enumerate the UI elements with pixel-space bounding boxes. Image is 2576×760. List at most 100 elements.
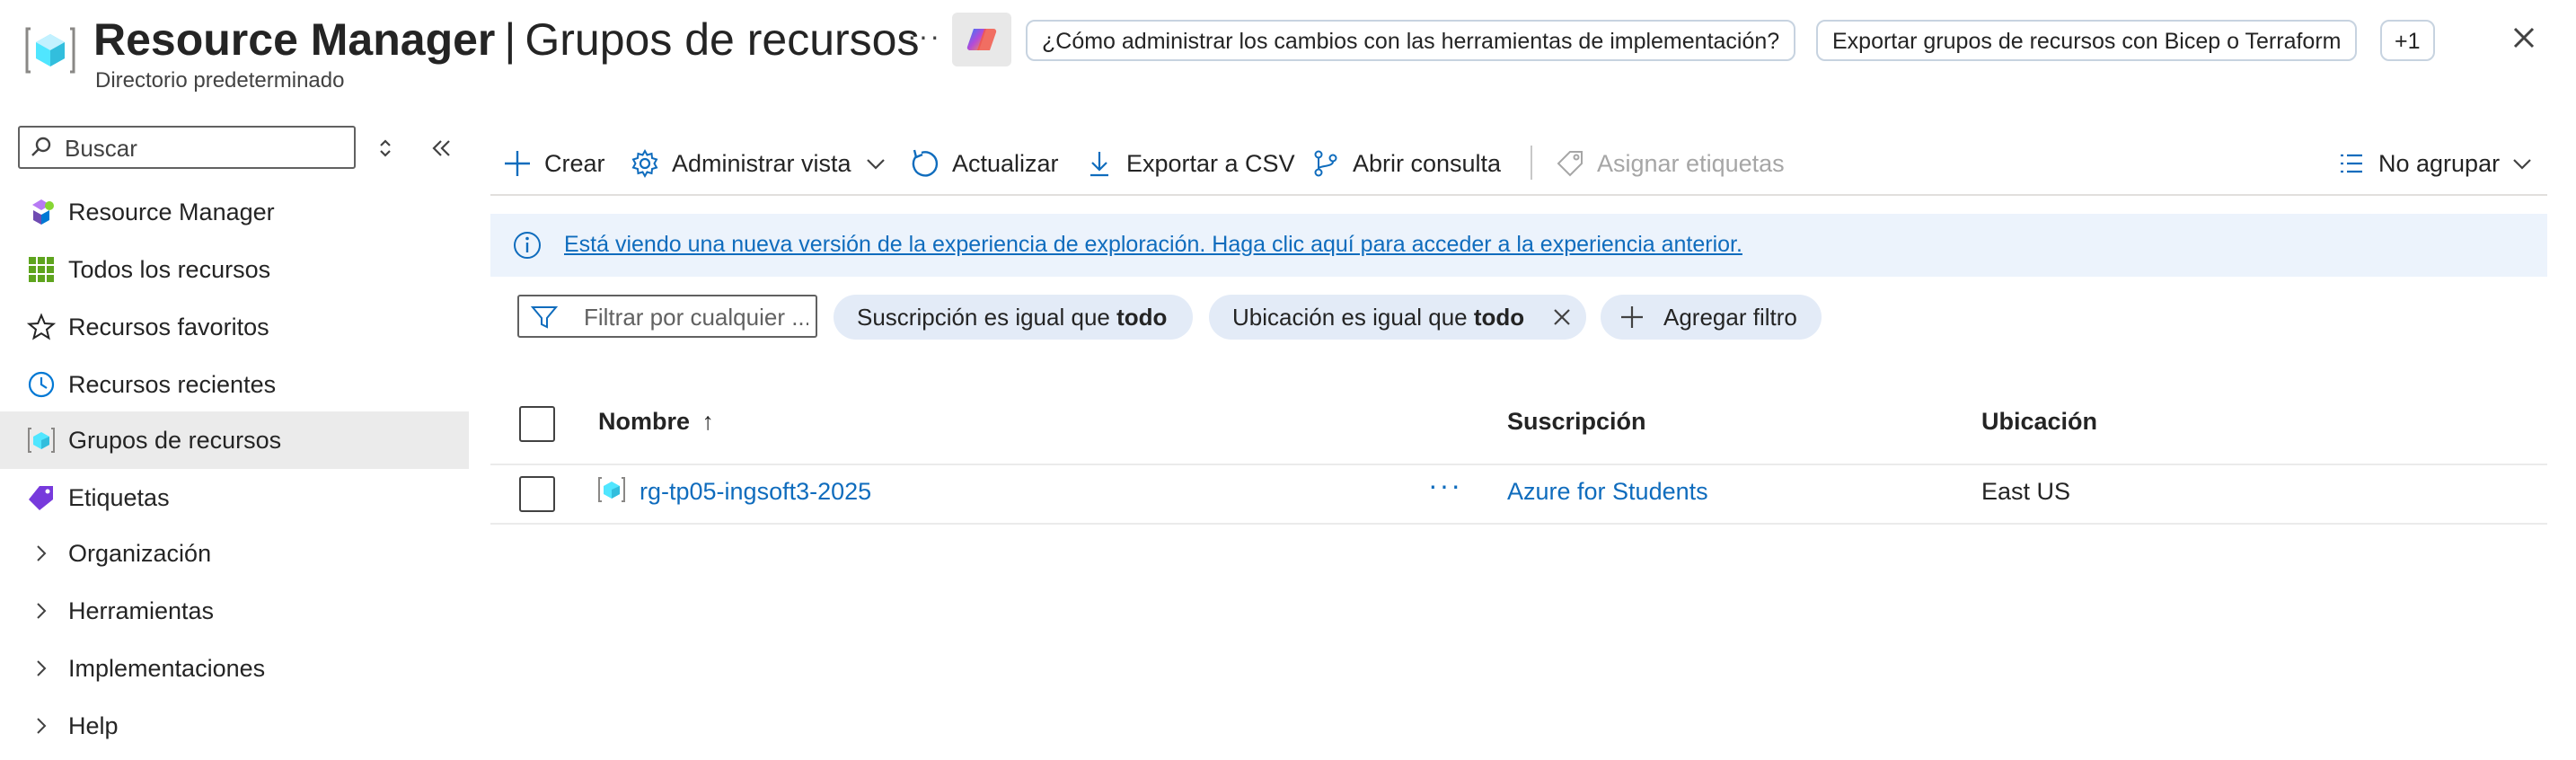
subscription-link[interactable]: Azure for Students — [1507, 478, 1708, 506]
manage-view-button[interactable]: Administrar vista — [627, 142, 887, 185]
add-filter-button[interactable]: Agregar filtro — [1601, 295, 1822, 340]
sidebar-item-help[interactable]: Help — [0, 697, 469, 755]
create-label: Crear — [544, 149, 605, 177]
sidebar-item-resource-manager[interactable]: Resource Manager — [0, 183, 469, 241]
download-icon — [1081, 146, 1117, 181]
assign-tags-label: Asignar etiquetas — [1597, 149, 1785, 177]
resource-group-app-icon — [23, 23, 77, 77]
export-with-bicep-terraform-pill[interactable]: Exportar grupos de recursos con Bicep o … — [1816, 20, 2358, 61]
collapse-sidebar-icon[interactable] — [426, 133, 456, 163]
refresh-icon — [907, 146, 943, 181]
sidebar-search[interactable] — [18, 126, 356, 169]
copilot-icon — [966, 28, 997, 51]
grid-icon — [25, 253, 57, 286]
toolbar-separator — [490, 194, 2547, 196]
select-all-checkbox[interactable] — [519, 406, 555, 442]
chip-value: todo — [1473, 304, 1525, 331]
column-header-subscription[interactable]: Suscripción — [1507, 408, 1646, 436]
list-icon — [2333, 146, 2369, 181]
sidebar-item-all-resources[interactable]: Todos los recursos — [0, 241, 469, 298]
sidebar-item-label: Recursos favoritos — [68, 313, 269, 340]
column-header-name[interactable]: Nombre ↑ — [598, 408, 714, 436]
chip-operator: es igual que — [1341, 304, 1468, 331]
sidebar-item-label: Herramientas — [68, 597, 215, 624]
clock-icon — [25, 368, 57, 401]
subscription-filter-chip[interactable]: Suscripción es igual que todo — [834, 295, 1193, 340]
export-csv-button[interactable]: Exportar a CSV — [1081, 142, 1295, 185]
directory-subtitle: Directorio predeterminado — [95, 68, 345, 93]
row-more-options-button[interactable]: ··· — [1428, 469, 1462, 502]
sidebar-item-tags[interactable]: Etiquetas — [0, 469, 469, 526]
row-divider — [490, 523, 2547, 525]
grouping-label: No agrupar — [2378, 149, 2501, 177]
resource-group-icon — [25, 424, 57, 456]
sidebar-item-favorite-resources[interactable]: Recursos favoritos — [0, 298, 469, 356]
tag-icon — [25, 482, 57, 514]
more-options-button[interactable]: ··· — [907, 20, 941, 53]
sidebar-item-label: Resource Manager — [68, 198, 275, 225]
plus-icon — [499, 146, 535, 181]
column-header-location[interactable]: Ubicación — [1981, 408, 2097, 436]
plus-icon — [1619, 304, 1645, 331]
chevron-down-icon — [864, 152, 887, 175]
page-title-blade: Grupos de recursos — [525, 14, 920, 65]
sidebar-item-label: Help — [68, 711, 119, 739]
sidebar-item-label: Etiquetas — [68, 483, 170, 511]
previous-experience-link[interactable]: Está viendo una nueva versión de la expe… — [564, 232, 1742, 258]
row-checkbox[interactable] — [519, 476, 555, 512]
more-pills-button[interactable]: +1 — [2380, 20, 2435, 61]
chevron-right-icon — [25, 595, 57, 627]
chip-field: Suscripción — [857, 304, 978, 331]
resource-group-name-link[interactable]: rg-tp05-ingsoft3-2025 — [640, 478, 871, 506]
toolbar-divider — [1531, 146, 1532, 180]
sidebar-item-organization[interactable]: Organización — [0, 525, 469, 582]
sidebar-item-recent-resources[interactable]: Recursos recientes — [0, 356, 469, 413]
chevron-down-icon — [2510, 152, 2534, 175]
open-query-button[interactable]: Abrir consulta — [1308, 142, 1501, 185]
chip-value: todo — [1116, 304, 1168, 331]
sidebar-item-deployments[interactable]: Implementaciones — [0, 640, 469, 697]
sidebar-item-tools[interactable]: Herramientas — [0, 582, 469, 640]
location-filter-chip[interactable]: Ubicación es igual que todo — [1209, 295, 1586, 340]
gear-icon — [627, 146, 663, 181]
sort-toggle-icon[interactable] — [372, 135, 399, 162]
refresh-label: Actualizar — [952, 149, 1059, 177]
how-to-manage-changes-pill[interactable]: ¿Cómo administrar los cambios con las he… — [1026, 20, 1796, 61]
create-button[interactable]: Crear — [499, 142, 605, 185]
chevron-right-icon — [25, 537, 57, 570]
manage-view-label: Administrar vista — [672, 149, 851, 177]
sidebar-search-input[interactable] — [63, 132, 345, 164]
filter-field[interactable] — [517, 295, 817, 338]
page-title-service: Resource Manager — [93, 14, 496, 65]
chevron-right-icon — [25, 652, 57, 685]
chip-field: Ubicación — [1232, 304, 1336, 331]
info-icon — [512, 230, 543, 261]
sidebar-item-label: Implementaciones — [68, 654, 266, 682]
search-icon — [29, 135, 54, 160]
resource-manager-icon — [25, 196, 57, 228]
copilot-button[interactable] — [952, 13, 1011, 66]
filter-icon — [530, 304, 559, 331]
sidebar-item-label: Recursos recientes — [68, 370, 277, 398]
chip-operator: es igual que — [984, 304, 1110, 331]
page-title: Resource Manager | Grupos de recursos — [93, 11, 919, 68]
grouping-dropdown[interactable]: No agrupar — [2333, 142, 2534, 185]
open-query-label: Abrir consulta — [1353, 149, 1502, 177]
add-filter-label: Agregar filtro — [1663, 304, 1797, 331]
remove-filter-icon[interactable] — [1550, 305, 1574, 329]
filter-input[interactable] — [582, 302, 810, 332]
resource-group-icon — [596, 474, 627, 505]
info-banner: Está viendo una nueva versión de la expe… — [490, 214, 2547, 277]
sidebar-item-resource-groups[interactable]: Grupos de recursos — [0, 411, 469, 469]
assign-tags-button[interactable]: Asignar etiquetas — [1552, 142, 1785, 185]
close-icon[interactable] — [2506, 20, 2542, 56]
query-branch-icon — [1308, 146, 1344, 181]
header-row-divider — [490, 464, 2547, 465]
sort-ascending-icon: ↑ — [701, 408, 715, 435]
sidebar-item-label: Grupos de recursos — [68, 426, 282, 454]
page-title-separator: | — [504, 14, 516, 65]
sidebar-item-label: Organización — [68, 539, 212, 567]
star-icon — [25, 311, 57, 343]
location-value: East US — [1981, 478, 2071, 505]
refresh-button[interactable]: Actualizar — [907, 142, 1059, 185]
